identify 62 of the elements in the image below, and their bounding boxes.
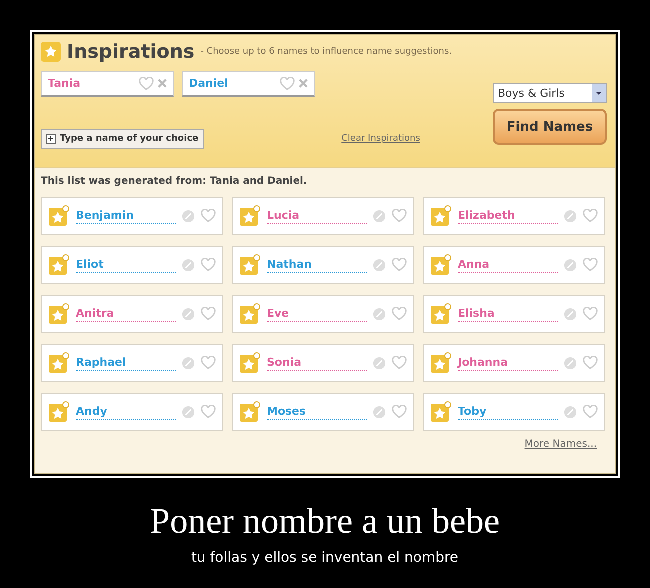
heart-icon[interactable] [392,209,407,223]
close-icon[interactable] [299,79,308,88]
heart-icon[interactable] [392,258,407,272]
name-link[interactable]: Johanna [458,356,558,370]
name-link[interactable]: Anitra [76,306,176,322]
name-link[interactable]: Nathan [267,258,367,272]
name-link[interactable]: Moses [267,404,367,420]
block-icon[interactable] [182,308,195,320]
name-link[interactable]: Toby [458,404,558,420]
heart-icon[interactable] [139,76,154,90]
clear-inspirations-link[interactable]: Clear Inspirations [342,134,420,144]
block-icon[interactable] [182,258,195,272]
name-link[interactable]: Elizabeth [458,208,558,224]
block-icon[interactable] [373,210,386,222]
section-subtitle: - Choose up to 6 names to influence name suggestions. [200,47,452,57]
block-icon[interactable] [564,210,577,222]
heart-icon[interactable] [280,76,295,90]
name-link[interactable]: Lucia [267,208,367,224]
name-link[interactable]: Raphael [76,356,176,370]
block-icon[interactable] [564,258,577,272]
block-icon[interactable] [373,406,386,418]
block-icon[interactable] [182,406,195,418]
heart-icon[interactable] [201,209,216,223]
heart-icon[interactable] [583,258,598,272]
section-title: Inspirations [67,41,195,63]
find-names-button[interactable]: Find Names [493,109,607,145]
heart-icon[interactable] [583,405,598,419]
heart-icon[interactable] [201,356,216,370]
caption-title: Poner nombre a un bebe [150,500,500,542]
name-link[interactable]: Eliot [76,258,176,272]
heart-icon[interactable] [583,307,598,321]
name-link[interactable]: Andy [76,404,176,420]
heart-icon[interactable] [583,356,598,370]
block-icon[interactable] [373,356,386,370]
heart-icon[interactable] [392,307,407,321]
name-link[interactable]: Elisha [458,306,558,322]
more-names-link[interactable]: More Names... [524,439,597,450]
heart-icon[interactable] [583,209,598,223]
heart-icon[interactable] [392,405,407,419]
heart-icon[interactable] [201,307,216,321]
inspiration-name: Daniel [189,77,230,90]
heart-icon[interactable] [392,356,407,370]
block-icon[interactable] [564,356,577,370]
block-icon[interactable] [564,308,577,320]
caption-subtitle: tu follas y ellos se inventan el nombre [191,550,459,566]
block-icon[interactable] [564,406,577,418]
close-icon[interactable] [158,79,167,88]
block-icon[interactable] [182,210,195,222]
block-icon[interactable] [373,308,386,320]
add-name-button[interactable]: Type a name of your choice [41,129,204,149]
heart-icon[interactable] [201,405,216,419]
plus-icon [46,134,56,144]
heart-icon[interactable] [201,258,216,272]
name-link[interactable]: Anna [458,258,558,272]
gender-select[interactable]: Boys & Girls [493,83,607,103]
inspiration-name: Tania [48,77,82,90]
name-link[interactable]: Benjamin [76,208,176,224]
name-link[interactable]: Sonia [267,356,367,370]
generated-from-text: This list was generated from: Tania and Daniel. [41,176,308,187]
block-icon[interactable] [373,258,386,272]
block-icon[interactable] [182,356,195,370]
name-link[interactable]: Eve [267,306,367,322]
